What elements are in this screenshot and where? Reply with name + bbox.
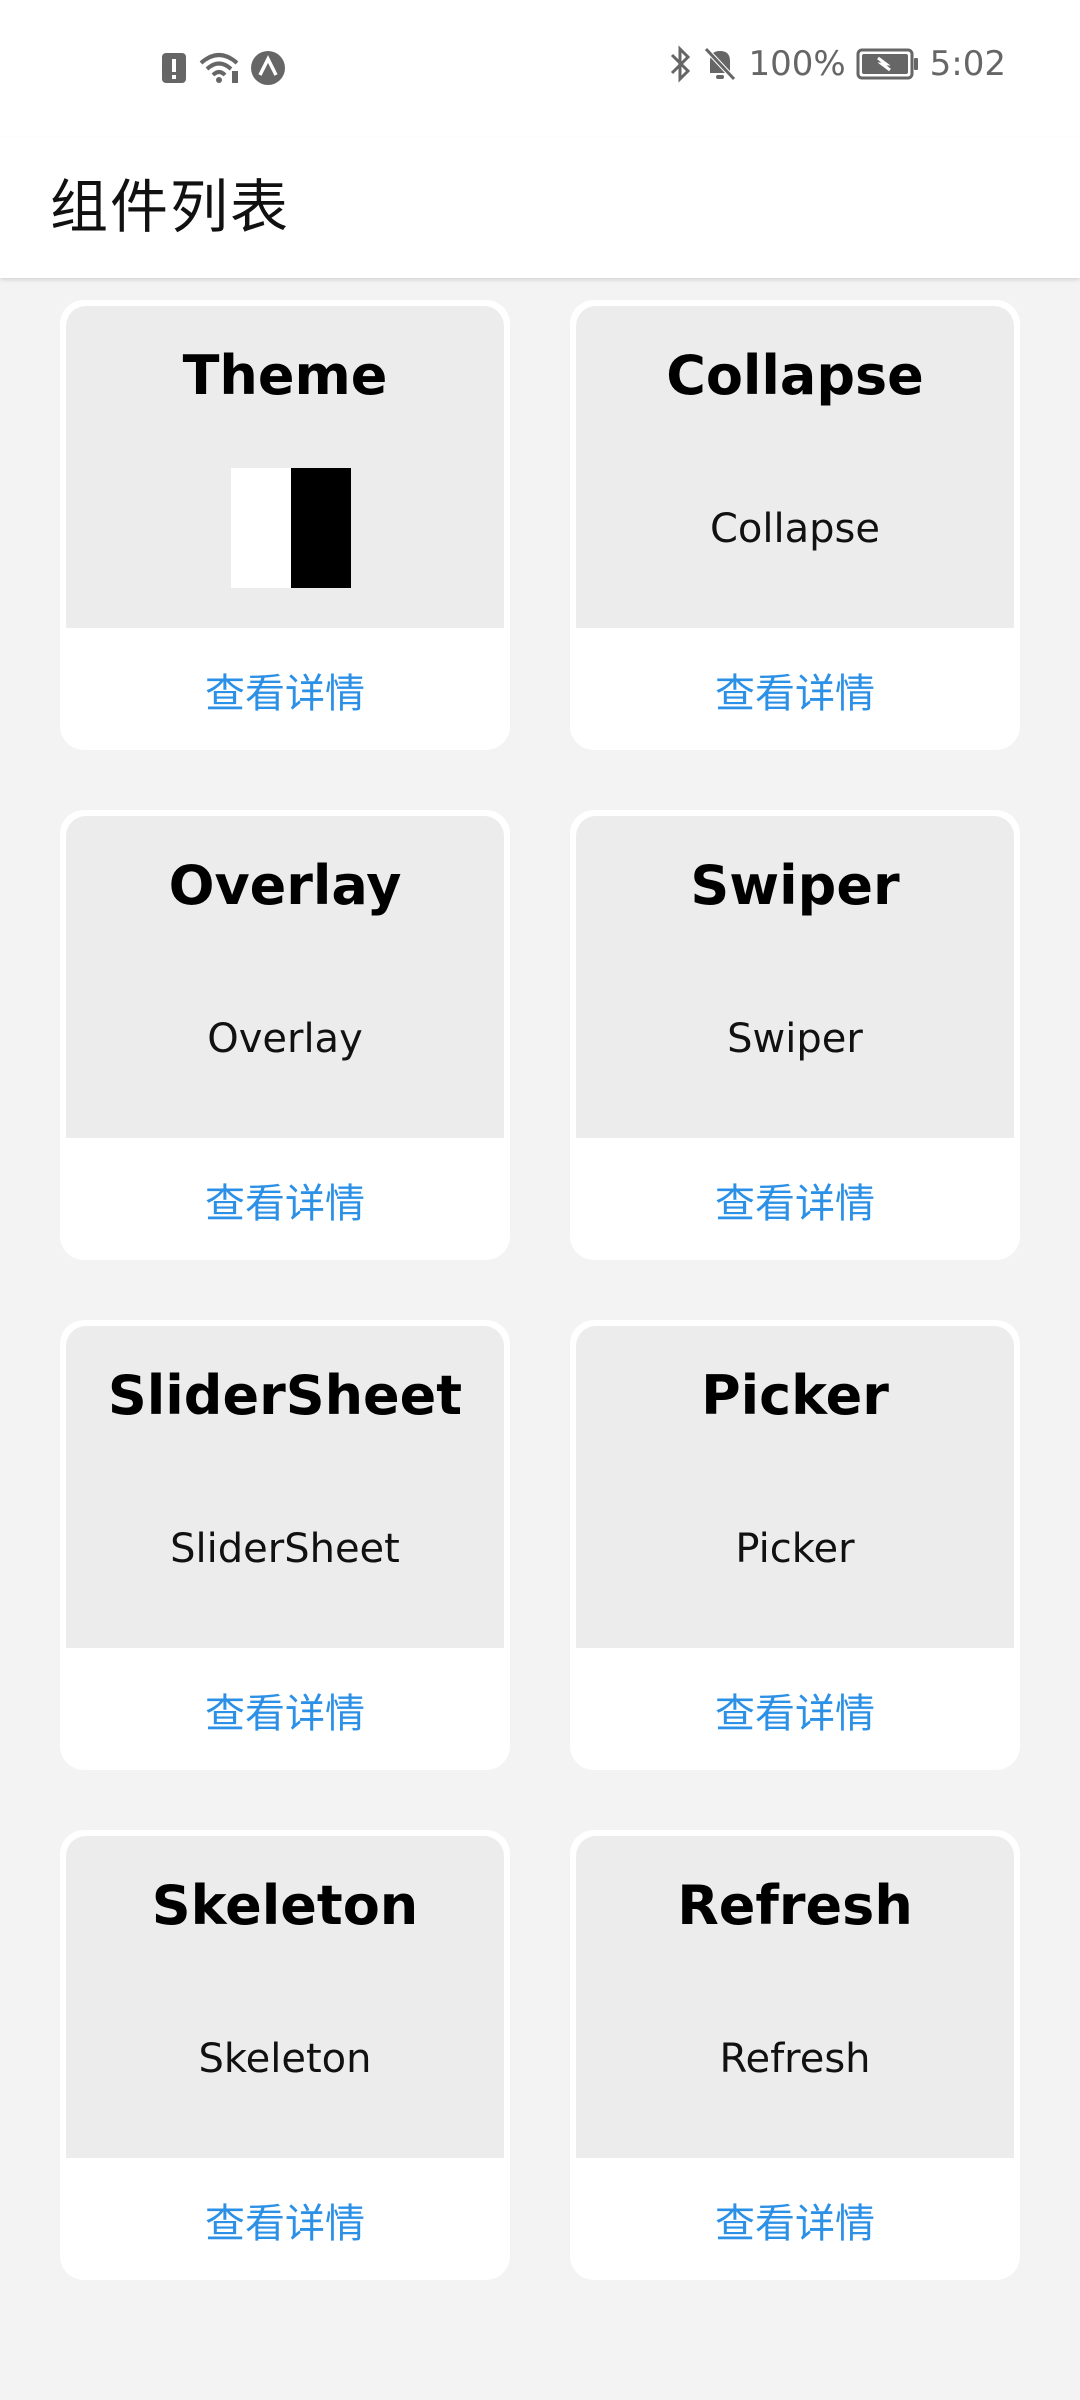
view-details-link[interactable]: 查看详情 [570,630,1020,750]
theme-swatch [231,468,351,588]
card-swiper[interactable]: Swiper Swiper 查看详情 [570,810,1020,1260]
battery-percent: 100% [748,44,846,84]
swatch-dark [291,468,351,588]
card-picker[interactable]: Picker Picker 查看详情 [570,1320,1020,1770]
view-details-link[interactable]: 查看详情 [60,1650,510,1770]
view-details-link[interactable]: 查看详情 [60,1140,510,1260]
view-details-link[interactable]: 查看详情 [570,1650,1020,1770]
card-theme[interactable]: Theme 查看详情 [60,300,510,750]
swatch-light [231,468,291,588]
card-subtitle: SliderSheet [170,1526,400,1572]
status-bar: 100% 5:02 [0,0,1080,138]
card-collapse[interactable]: Collapse Collapse 查看详情 [570,300,1020,750]
card-refresh[interactable]: Refresh Refresh 查看详情 [570,1830,1020,2280]
card-preview: Overlay Overlay [66,816,504,1138]
card-subtitle: Swiper [727,1016,863,1062]
sim-alert-icon [160,51,188,85]
view-details-link[interactable]: 查看详情 [570,1140,1020,1260]
component-grid: Theme 查看详情 Collapse Collapse 查看详情 Overla… [60,300,1020,2280]
card-title: Swiper [690,854,900,917]
card-title: Refresh [677,1874,913,1937]
view-details-link[interactable]: 查看详情 [570,2160,1020,2280]
card-subtitle: Overlay [207,1016,363,1062]
view-details-link[interactable]: 查看详情 [60,630,510,750]
card-preview: SliderSheet SliderSheet [66,1326,504,1648]
card-preview: Picker Picker [576,1326,1014,1648]
card-overlay[interactable]: Overlay Overlay 查看详情 [60,810,510,1260]
battery-icon [856,47,920,81]
card-preview: Refresh Refresh [576,1836,1014,2158]
card-preview: Theme [66,306,504,628]
app-header: 组件列表 [0,138,1080,278]
card-preview: Skeleton Skeleton [66,1836,504,2158]
card-title: Theme [182,344,388,407]
card-title: Picker [701,1364,889,1427]
card-skeleton[interactable]: Skeleton Skeleton 查看详情 [60,1830,510,2280]
sync-icon [250,50,286,86]
card-preview: Swiper Swiper [576,816,1014,1138]
card-title: SliderSheet [107,1364,463,1427]
card-title: Skeleton [151,1874,419,1937]
wifi-icon [198,51,240,85]
view-details-link[interactable]: 查看详情 [60,2160,510,2280]
card-subtitle: Picker [735,1526,855,1572]
status-left-icons [160,50,286,86]
card-title: Overlay [168,854,402,917]
card-subtitle: Skeleton [198,2036,372,2082]
card-preview: Collapse Collapse [576,306,1014,628]
bluetooth-icon [668,45,692,83]
mute-icon [702,45,738,83]
card-title: Collapse [666,344,924,407]
card-subtitle: Collapse [710,506,880,552]
clock: 5:02 [929,44,1006,84]
page-title: 组件列表 [50,173,291,241]
card-subtitle: Refresh [719,2036,871,2082]
status-right-icons: 100% 5:02 [668,44,1006,84]
card-slidersheet[interactable]: SliderSheet SliderSheet 查看详情 [60,1320,510,1770]
